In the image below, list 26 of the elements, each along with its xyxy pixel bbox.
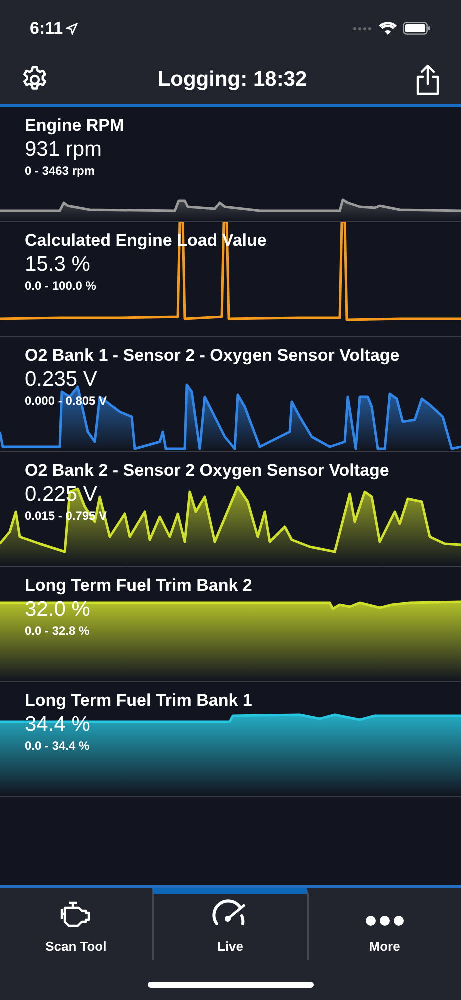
gauge-value: 0.235 V (25, 367, 98, 392)
gauge-value: 15.3 % (25, 252, 90, 277)
header-title: Logging: 18:32 (158, 66, 308, 93)
gauge-range: 0.0 - 34.4 % (25, 738, 90, 755)
status-time: 6:11 (30, 18, 64, 40)
tab[interactable]: More (306, 888, 461, 960)
share-icon[interactable] (415, 64, 441, 96)
tab[interactable]: Live (152, 888, 307, 960)
wifi-icon (379, 22, 397, 35)
gauge-range: 0 - 3463 rpm (25, 163, 96, 180)
gauge-icon (212, 898, 248, 926)
more-icon (364, 914, 405, 926)
gauge-range: 0.015 - 0.795 V (25, 508, 108, 525)
gauge-title: O2 Bank 1 - Sensor 2 - Oxygen Sensor Voltage (25, 345, 400, 367)
location-arrow-icon (66, 22, 78, 34)
tab[interactable]: Scan Tool (0, 888, 152, 960)
gauge-title: O2 Bank 2 - Sensor 2 Oxygen Sensor Voltage (25, 460, 390, 482)
signal-dots-icon (353, 26, 373, 30)
gauge-title: Long Term Fuel Trim Bank 2 (25, 575, 252, 597)
gauge-range: 0.0 - 100.0 % (25, 278, 96, 295)
gauge-title: Engine RPM (25, 115, 124, 137)
gauge-title: Long Term Fuel Trim Bank 1 (25, 690, 252, 712)
gauge-value: 32.0 % (25, 597, 90, 622)
gauge-range: 0.0 - 32.8 % (25, 623, 90, 640)
gauge-value: 931 rpm (25, 137, 102, 162)
battery-icon (403, 22, 431, 35)
